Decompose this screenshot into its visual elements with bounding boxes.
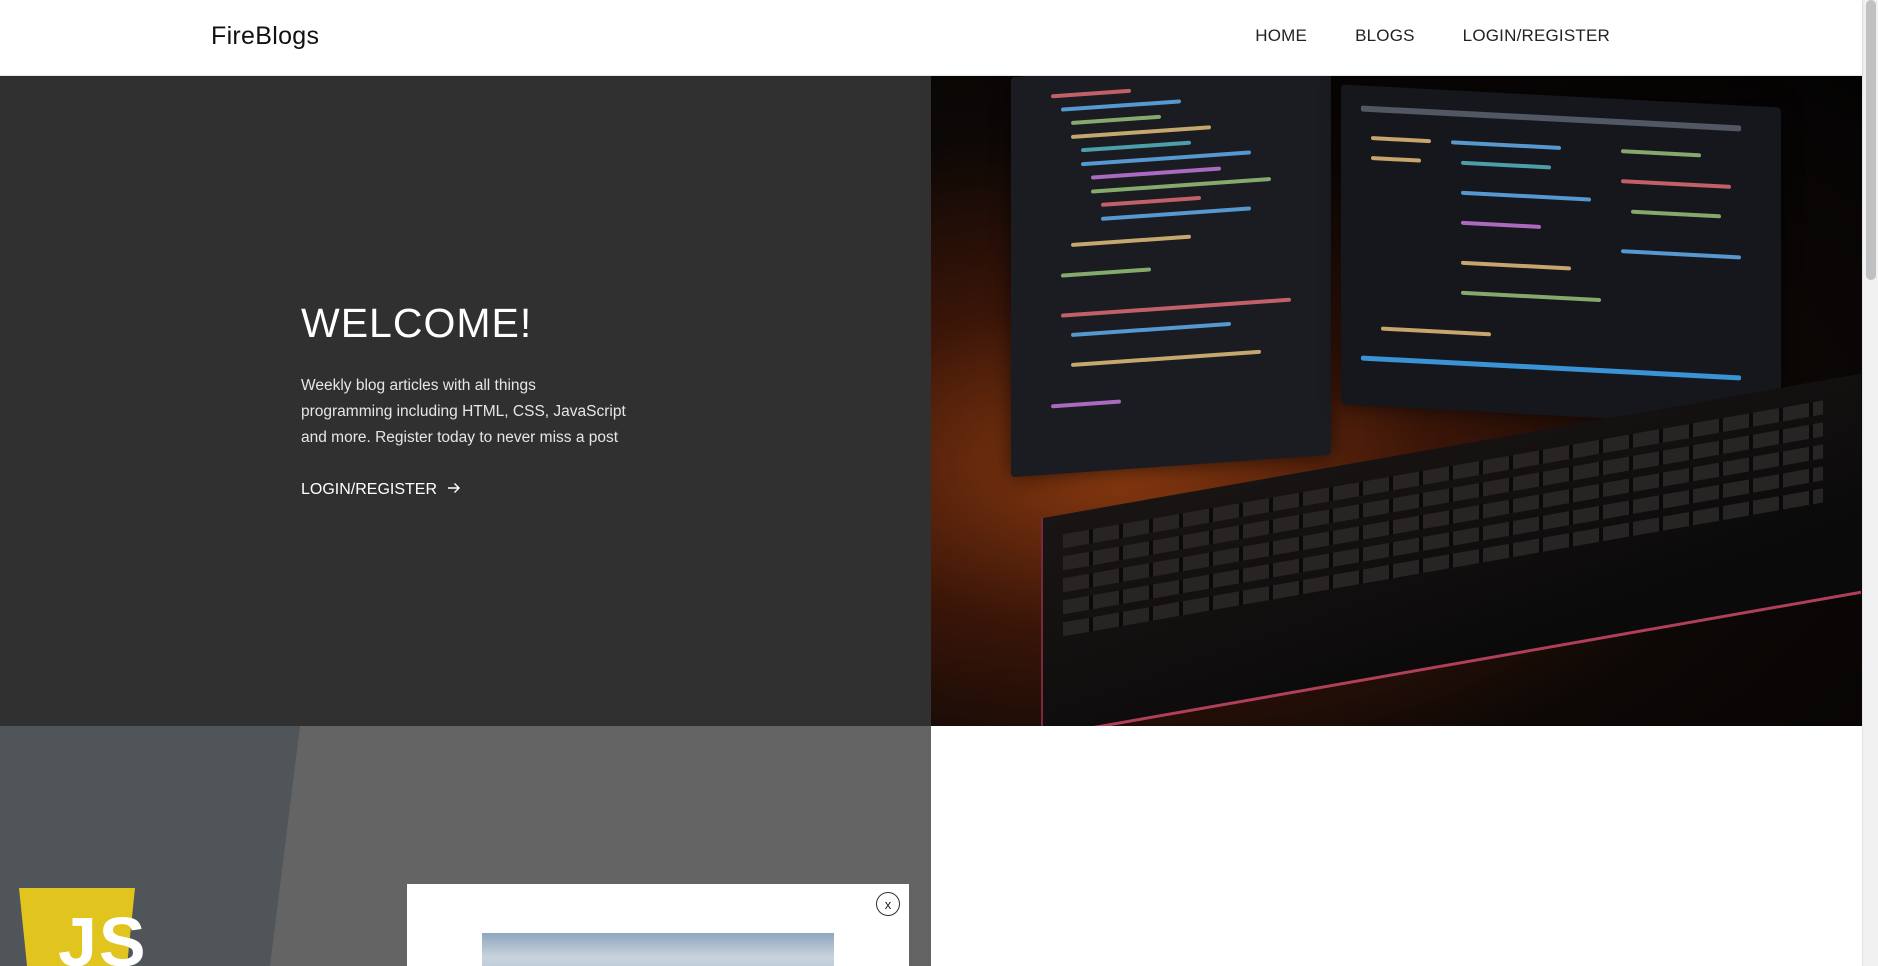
hero-content: WELCOME! Weekly blog articles with all t… — [301, 300, 641, 499]
arrow-right-icon — [447, 481, 461, 499]
modal-preview-image — [482, 933, 834, 966]
main-nav: HOME BLOGS LOGIN/REGISTER — [1255, 26, 1610, 46]
nav-home[interactable]: HOME — [1255, 26, 1307, 46]
hero-login-register-link[interactable]: LOGIN/REGISTER — [301, 481, 461, 499]
modal-dialog: x — [407, 884, 909, 966]
nav-blogs[interactable]: BLOGS — [1355, 26, 1415, 46]
js-logo-text: JS — [58, 903, 148, 966]
hero-description: Weekly blog articles with all things pro… — [301, 377, 626, 446]
scroll-thumb[interactable] — [1866, 0, 1876, 280]
close-icon[interactable]: x — [876, 892, 900, 916]
hero-section: WELCOME! Weekly blog articles with all t… — [0, 76, 931, 726]
page-scrollbar[interactable] — [1862, 0, 1878, 966]
hero-image — [931, 76, 1862, 726]
nav-login-register[interactable]: LOGIN/REGISTER — [1463, 26, 1610, 46]
monitor-right — [1341, 84, 1781, 428]
hero-link-label: LOGIN/REGISTER — [301, 481, 438, 498]
hero-title: WELCOME! — [301, 300, 533, 346]
monitor-left — [1011, 76, 1331, 478]
site-header: FireBlogs HOME BLOGS LOGIN/REGISTER — [0, 0, 1862, 76]
brand-logo[interactable]: FireBlogs — [211, 22, 319, 51]
